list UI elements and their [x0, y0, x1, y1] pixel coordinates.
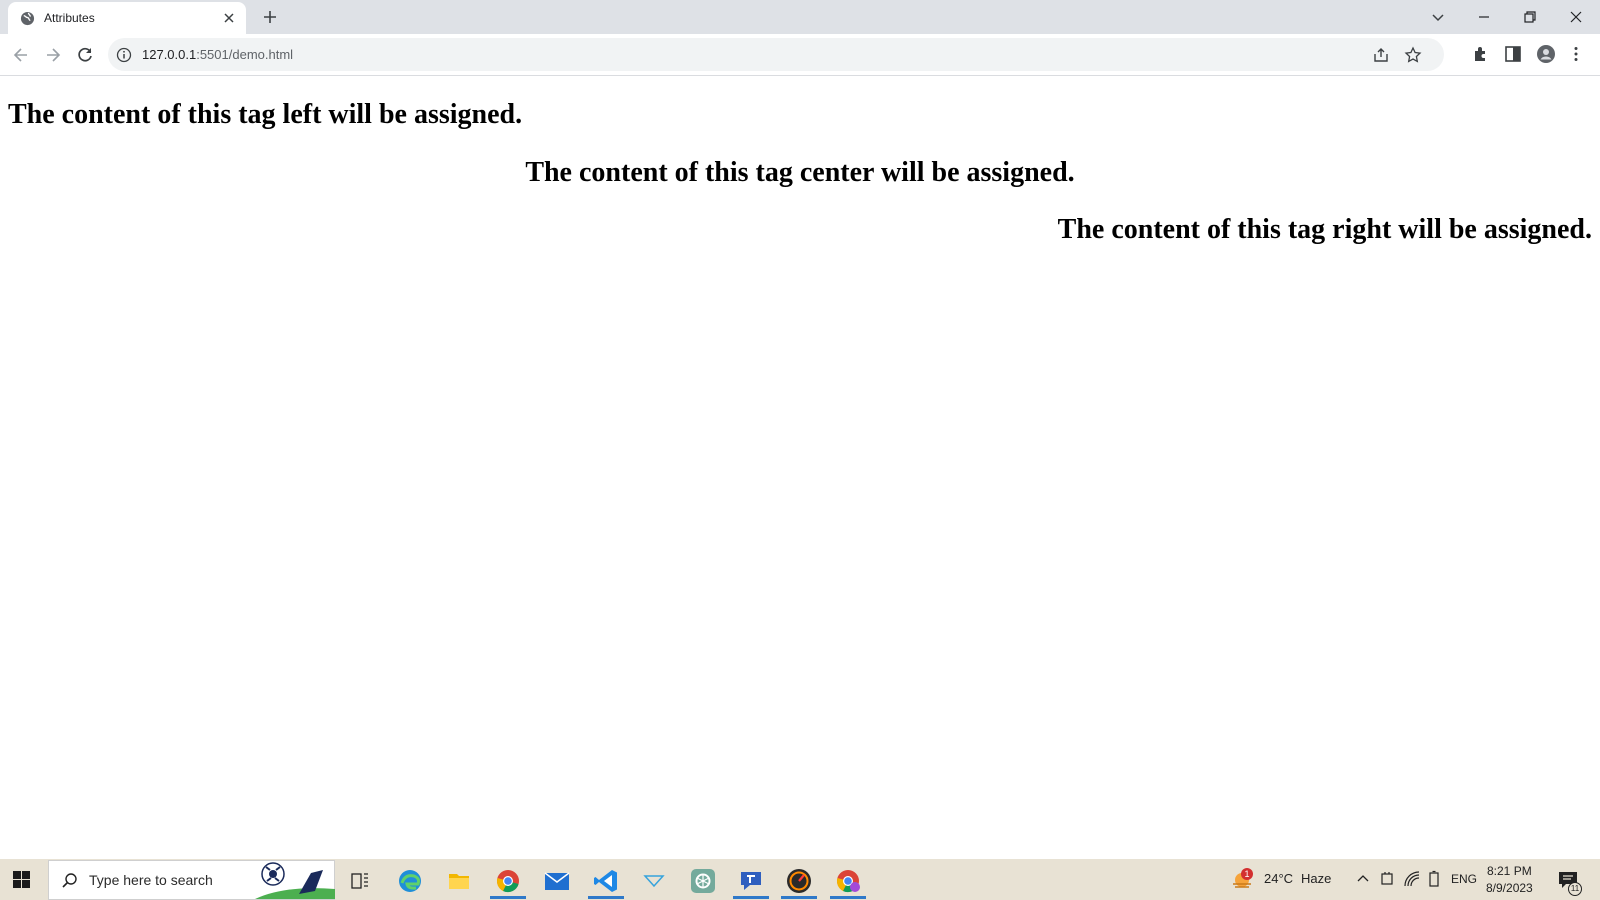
battery-icon[interactable]: [1427, 870, 1441, 888]
back-icon[interactable]: [10, 44, 32, 66]
teams-app[interactable]: [731, 863, 771, 899]
chrome-app[interactable]: [488, 863, 528, 899]
minimize-icon[interactable]: [1473, 6, 1495, 28]
search-highlight-art: [255, 862, 335, 899]
browser-tab[interactable]: Attributes: [8, 2, 246, 34]
chrome-profile-app[interactable]: [828, 863, 868, 899]
side-panel-icon[interactable]: [1503, 44, 1523, 64]
weather-badge: 1: [1241, 868, 1253, 880]
restore-icon[interactable]: [1519, 6, 1541, 28]
windows-taskbar: Type here to search 1 24°C Haze ENG 8:21…: [0, 859, 1600, 900]
clock[interactable]: 8:21 PM 8/9/2023: [1486, 863, 1533, 897]
mail-app[interactable]: [537, 863, 577, 899]
clock-time: 8:21 PM: [1487, 864, 1532, 878]
weather-condition[interactable]: Haze: [1301, 871, 1331, 886]
meet-now-icon[interactable]: [1379, 870, 1395, 888]
clock-date: 8/9/2023: [1486, 881, 1533, 895]
chrome-icon: [497, 870, 519, 893]
browser-toolbar: 127.0.0.1:5501/demo.html: [0, 34, 1600, 76]
chrome-profile-icon: [837, 870, 860, 893]
notification-count: 11: [1568, 882, 1582, 896]
address-bar[interactable]: 127.0.0.1:5501/demo.html: [108, 38, 1444, 71]
task-view-icon: [351, 873, 368, 889]
task-view-button[interactable]: [340, 863, 380, 899]
close-icon[interactable]: [221, 10, 237, 26]
tray-app[interactable]: [634, 863, 674, 899]
heading-right: The content of this tag right will be as…: [1057, 214, 1592, 245]
file-explorer-app[interactable]: [439, 863, 479, 899]
globe-icon: [20, 11, 35, 26]
edge-app[interactable]: [390, 863, 430, 899]
file-explorer-icon: [449, 874, 469, 889]
teams-icon: [741, 872, 761, 890]
menu-kebab-icon[interactable]: [1566, 44, 1586, 64]
heading-left: The content of this tag left will be ass…: [8, 99, 523, 130]
vscode-app[interactable]: [586, 863, 626, 899]
url-text: 127.0.0.1:5501/demo.html: [142, 47, 293, 62]
extensions-icon[interactable]: [1471, 44, 1491, 64]
reload-icon[interactable]: [74, 44, 96, 66]
edge-icon: [399, 870, 421, 892]
weather-temp[interactable]: 24°C: [1264, 871, 1293, 886]
wpm-app[interactable]: [779, 863, 819, 899]
chatgpt-icon: [691, 869, 715, 893]
vscode-icon: [594, 870, 617, 892]
chevron-up-icon[interactable]: [1355, 871, 1371, 887]
heading-center: The content of this tag center will be a…: [525, 157, 1075, 188]
chatgpt-app[interactable]: [683, 863, 723, 899]
wifi-icon[interactable]: [1403, 870, 1421, 888]
search-placeholder: Type here to search: [89, 872, 213, 888]
tab-search-icon[interactable]: [1427, 6, 1449, 28]
forward-icon[interactable]: [42, 44, 64, 66]
mail-icon: [544, 872, 570, 890]
language-indicator[interactable]: ENG: [1451, 872, 1477, 886]
tab-title: Attributes: [44, 11, 95, 25]
bookmark-star-icon[interactable]: [1404, 46, 1422, 64]
url-host: 127.0.0.1: [142, 47, 197, 62]
taskbar-search-box[interactable]: Type here to search: [48, 860, 335, 900]
tab-strip: Attributes: [0, 0, 1600, 34]
new-tab-icon[interactable]: [260, 8, 280, 26]
close-window-icon[interactable]: [1565, 6, 1587, 28]
wpm-icon: [787, 869, 811, 893]
windows-start-icon[interactable]: [8, 868, 36, 892]
profile-avatar-icon[interactable]: [1536, 44, 1556, 64]
page-content: The content of this tag left will be ass…: [0, 77, 1600, 859]
share-icon[interactable]: [1372, 46, 1390, 64]
info-icon[interactable]: [116, 47, 132, 63]
app-icon: [643, 875, 665, 888]
url-path: :5501/demo.html: [196, 47, 294, 62]
search-icon: [62, 873, 77, 888]
